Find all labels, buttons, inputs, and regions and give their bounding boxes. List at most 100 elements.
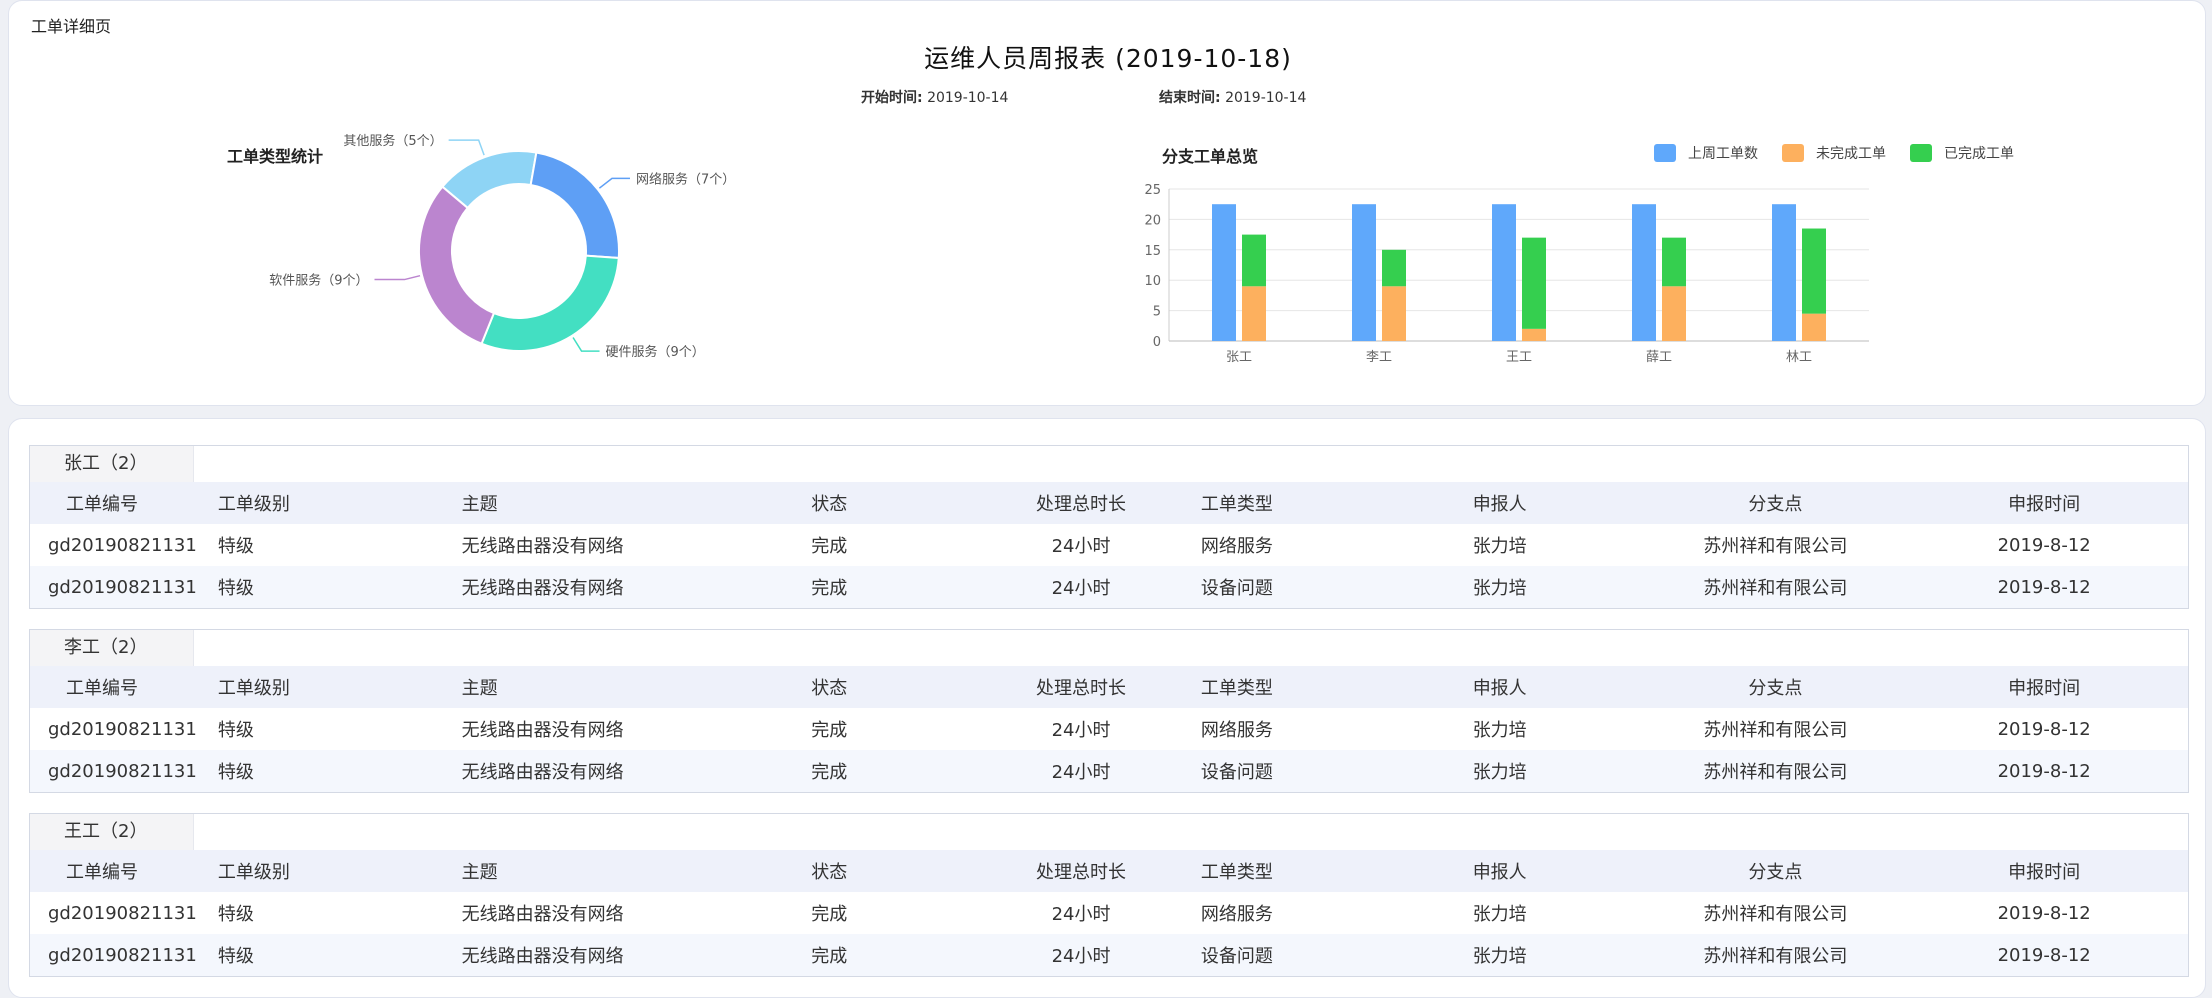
bar-last-week[interactable] [1632,204,1656,341]
ticket-group: 李工（2） 工单编号 工单级别 主题 状态 处理总时长 工单类型 申报人 分支点 申报时间 gd20… [29,629,2189,793]
donut-leader-line [374,274,421,281]
table-row[interactable]: gd20190821131 特级 无线路由器没有网络 完成 24小时 网络服务 张力培 苏州祥… [30,524,2188,566]
bar-last-week[interactable] [1212,204,1236,341]
donut-slice-label: 软件服务（9个） [269,273,368,289]
bar-finished[interactable] [1662,237,1686,287]
donut-slice[interactable] [418,185,496,346]
column-header[interactable]: 工单类型 [1201,858,1451,884]
bar-finished[interactable] [1522,237,1546,329]
bar-last-week[interactable] [1352,204,1376,341]
x-tick-label: 薛工 [1646,350,1672,365]
table-cell: 张力培 [1472,536,1527,557]
table-cell: 网络服务 [1200,720,1273,741]
bar-finished[interactable] [1382,249,1406,287]
group-header: 王工（2） [30,814,2188,850]
start-time-value: 2019-10-14 [927,90,1009,106]
column-header[interactable]: 分支点 [1651,858,1901,884]
start-time: 开始时间: 2019-10-14 [861,87,1008,107]
column-header[interactable]: 处理总时长 [961,490,1201,516]
column-header[interactable]: 工单类型 [1201,490,1451,516]
donut-slice[interactable] [529,151,620,260]
bar-unfinished[interactable] [1802,313,1826,341]
table-header-row: 工单编号 工单级别 主题 状态 处理总时长 工单类型 申报人 分支点 申报时间 [30,482,2188,524]
table-cell: 完成 [811,946,848,967]
table-cell: 24小时 [1051,762,1111,783]
table-cell: 张力培 [1472,904,1527,925]
column-header[interactable]: 分支点 [1651,674,1901,700]
x-tick-label: 王工 [1506,350,1532,365]
bar-finished[interactable] [1802,228,1826,314]
table-cell: 24小时 [1051,720,1111,741]
column-header[interactable]: 申报人 [1451,490,1651,516]
table-cell: 特级 [217,904,254,925]
column-header[interactable]: 主题 [462,490,812,516]
donut-slice-label: 硬件服务（9个） [606,344,705,360]
column-header[interactable]: 申报人 [1451,674,1651,700]
column-header[interactable]: 分支点 [1651,490,1901,516]
column-header[interactable]: 申报时间 [1900,858,2188,884]
group-tab[interactable]: 张工（2） [30,446,194,482]
table-cell: 设备问题 [1200,578,1273,599]
bar-last-week[interactable] [1772,204,1796,341]
table-cell: 2019-8-12 [1997,718,2091,740]
table-cell: gd20190821131 [48,576,197,598]
x-tick-label: 林工 [1786,350,1812,365]
donut-leader-line [598,177,630,189]
column-header[interactable]: 工单级别 [218,674,462,700]
table-cell: gd20190821131 [48,760,197,782]
bar-chart-title: 分支工单总览 [1162,147,1259,166]
report-summary-panel: 工单详细页 运维人员周报表 (2019-10-18) 开始时间: 2019-10… [8,0,2206,406]
table-cell: 24小时 [1051,536,1111,557]
bar-unfinished[interactable] [1662,286,1686,341]
table-cell: 完成 [811,904,848,925]
table-cell: 张力培 [1472,578,1527,599]
table-cell: 完成 [811,536,848,557]
legend-item-finished[interactable]: 已完成工单 [1910,143,2014,163]
column-header[interactable]: 工单类型 [1201,674,1451,700]
bar-finished[interactable] [1242,234,1266,287]
table-row[interactable]: gd20190821131 特级 无线路由器没有网络 完成 24小时 设备问题 张力培 苏州祥… [30,934,2188,976]
table-cell: 设备问题 [1200,946,1273,967]
column-header[interactable]: 工单编号 [30,490,218,516]
table-cell: 张力培 [1472,946,1527,967]
legend-label: 已完成工单 [1944,146,2014,162]
column-header[interactable]: 状态 [811,674,961,700]
column-header[interactable]: 申报时间 [1900,674,2188,700]
table-cell: 张力培 [1472,720,1527,741]
table-row[interactable]: gd20190821131 特级 无线路由器没有网络 完成 24小时 设备问题 张力培 苏州祥… [30,566,2188,608]
table-row[interactable]: gd20190821131 特级 无线路由器没有网络 完成 24小时 网络服务 张力培 苏州祥… [30,708,2188,750]
table-cell: 苏州祥和有限公司 [1703,904,1848,925]
bar-chart-legend: 上周工单数 未完成工单 已完成工单 [1654,143,2014,163]
ticket-group: 王工（2） 工单编号 工单级别 主题 状态 处理总时长 工单类型 申报人 分支点 申报时间 gd20… [29,813,2189,977]
column-header[interactable]: 状态 [811,490,961,516]
column-header[interactable]: 工单级别 [218,490,462,516]
column-header[interactable]: 处理总时长 [961,674,1201,700]
column-header[interactable]: 主题 [462,858,812,884]
column-header[interactable]: 申报人 [1451,858,1651,884]
group-tab[interactable]: 王工（2） [30,814,194,850]
ticket-type-donut-chart: 其他服务（5个） 网络服务（7个） 硬件服务（9个） 软件服务（9个） [269,133,735,360]
group-tab[interactable]: 李工（2） [30,630,194,666]
column-header[interactable]: 主题 [462,674,812,700]
table-cell: 完成 [811,720,848,741]
column-header[interactable]: 状态 [811,858,961,884]
bar-last-week[interactable] [1492,204,1516,341]
donut-slice[interactable] [480,254,620,352]
bar-unfinished[interactable] [1242,286,1266,341]
table-row[interactable]: gd20190821131 特级 无线路由器没有网络 完成 24小时 网络服务 张力培 苏州祥… [30,892,2188,934]
y-tick-label: 0 [1153,335,1161,350]
donut-leader-line [572,337,600,352]
column-header[interactable]: 工单编号 [30,674,218,700]
legend-item-unfinished[interactable]: 未完成工单 [1782,143,1886,163]
bar-unfinished[interactable] [1382,286,1406,341]
column-header[interactable]: 工单编号 [30,858,218,884]
table-row[interactable]: gd20190821131 特级 无线路由器没有网络 完成 24小时 设备问题 张力培 苏州祥… [30,750,2188,792]
column-header[interactable]: 申报时间 [1900,490,2188,516]
bar-unfinished[interactable] [1522,328,1546,341]
legend-item-last-week[interactable]: 上周工单数 [1654,143,1758,163]
column-header[interactable]: 工单级别 [218,858,462,884]
table-cell: 苏州祥和有限公司 [1703,720,1848,741]
table-cell: 2019-8-12 [1997,944,2091,966]
table-cell: 张力培 [1472,762,1527,783]
column-header[interactable]: 处理总时长 [961,858,1201,884]
